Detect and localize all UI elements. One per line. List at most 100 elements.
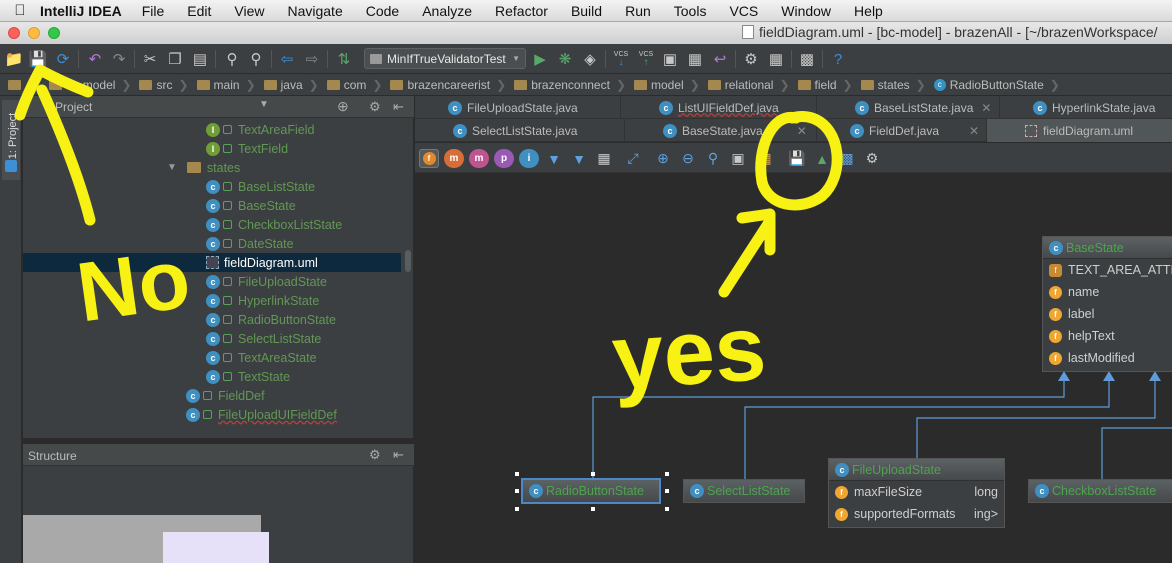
close-tab-icon[interactable]: ✕	[797, 124, 807, 138]
project-panel-title[interactable]: Project	[55, 100, 92, 114]
tree-item[interactable]: c SelectListState	[206, 329, 321, 348]
menu-code[interactable]: Code	[366, 3, 399, 19]
show-methods-toggle[interactable]: m	[469, 149, 489, 168]
menu-app-name[interactable]: IntelliJ IDEA	[40, 3, 122, 19]
fit-page-icon[interactable]: ▣	[728, 149, 748, 168]
menu-navigate[interactable]: Navigate	[287, 3, 342, 19]
menu-help[interactable]: Help	[854, 3, 883, 19]
menu-run[interactable]: Run	[625, 3, 651, 19]
vcs-compare-icon[interactable]: ▣	[660, 49, 680, 69]
editor-tab[interactable]: c BaseState.java ✕	[625, 119, 817, 142]
terminal-icon[interactable]: ▩	[797, 49, 817, 69]
show-inner-classes-toggle[interactable]: i	[519, 149, 539, 168]
breadcrumb-item[interactable]: states ❯	[860, 78, 926, 92]
forward-icon[interactable]: ⇨	[302, 49, 322, 69]
minimize-window-button[interactable]	[28, 27, 40, 39]
editor-tab[interactable]: c BaseListState.java ✕	[817, 96, 1000, 119]
layout-icon[interactable]: ▦	[594, 149, 614, 168]
filter-icon[interactable]: ▼	[544, 149, 564, 168]
close-tab-icon[interactable]: ✕	[981, 101, 991, 115]
vcs-revert-icon[interactable]: ↩	[710, 49, 730, 69]
menu-analyze[interactable]: Analyze	[422, 3, 472, 19]
fit-content-icon[interactable]: ⤢	[623, 149, 643, 168]
gear-icon[interactable]: ⚙	[369, 447, 381, 463]
tree-item[interactable]: c FileUploadState	[206, 272, 327, 291]
open-folder-icon[interactable]: 📁	[4, 49, 24, 69]
selection-handle[interactable]	[515, 489, 519, 493]
undo-icon[interactable]: ↶	[85, 49, 105, 69]
selection-handle[interactable]	[591, 507, 595, 511]
selection-handle[interactable]	[591, 472, 595, 476]
apply-layout-icon[interactable]: ▦	[755, 149, 775, 168]
hide-panel-icon[interactable]: ⇤	[393, 99, 404, 115]
breadcrumb-item[interactable]: c RadioButtonState ❯	[933, 78, 1060, 92]
editor-tab-active[interactable]: fieldDiagram.uml	[987, 119, 1172, 142]
tree-item[interactable]: c TextState	[206, 367, 290, 386]
vcs-history-icon[interactable]: ▦	[685, 49, 705, 69]
tree-item[interactable]: c HyperlinkState	[206, 291, 319, 310]
cut-icon[interactable]: ✂	[140, 49, 160, 69]
show-fields-toggle[interactable]: f	[419, 149, 439, 168]
structure-panel-title[interactable]: Structure	[28, 449, 77, 463]
scroll-from-source-icon[interactable]: ⊕	[337, 98, 349, 115]
breadcrumb-item[interactable]: relational ❯	[707, 78, 790, 92]
selection-handle[interactable]	[665, 489, 669, 493]
menu-refactor[interactable]: Refactor	[495, 3, 548, 19]
project-structure-icon[interactable]: ▦	[766, 49, 786, 69]
menu-window[interactable]: Window	[781, 3, 831, 19]
close-window-button[interactable]	[8, 27, 20, 39]
paste-icon[interactable]: ▤	[190, 49, 210, 69]
coverage-icon[interactable]: ◈	[580, 49, 600, 69]
find-icon[interactable]: ⚲	[222, 49, 242, 69]
menu-file[interactable]: File	[142, 3, 165, 19]
export-icon[interactable]: ▲	[812, 149, 832, 168]
settings-icon[interactable]: ⚙	[741, 49, 761, 69]
tree-item[interactable]: c BaseListState	[206, 177, 315, 196]
tree-item[interactable]: I TextAreaField	[206, 120, 314, 139]
uml-class-selectliststate[interactable]: c SelectListState	[683, 479, 805, 503]
actual-size-icon[interactable]: ⚲	[703, 149, 723, 168]
breadcrumb-item[interactable]: java ❯	[263, 78, 319, 92]
editor-tab[interactable]: c FieldDef.java ✕	[817, 119, 987, 142]
menu-edit[interactable]: Edit	[187, 3, 211, 19]
breadcrumb-item[interactable]: brazencareerist ❯	[390, 78, 506, 92]
breadcrumb-item[interactable]: main ❯	[196, 78, 256, 92]
editor-tab[interactable]: c ListUIFieldDef.java	[621, 96, 817, 119]
run-configuration-select[interactable]: MinIfTrueValidatorTest ▼	[364, 48, 526, 69]
breadcrumb-item[interactable]: field ❯	[797, 78, 853, 92]
uml-class-fileuploadstate[interactable]: c FileUploadState f maxFileSize long f suppo…	[828, 458, 1005, 528]
editor-tab[interactable]: c SelectListState.java	[415, 119, 625, 142]
make-project-icon[interactable]: ⇅	[334, 49, 354, 69]
vcs-update-icon[interactable]: VCS ↓	[611, 49, 631, 69]
tree-item[interactable]: I TextField	[206, 139, 288, 158]
show-constructors-toggle[interactable]: m	[444, 149, 464, 168]
debug-icon[interactable]: ❋	[555, 49, 575, 69]
tree-item[interactable]: c BaseState	[206, 196, 296, 215]
selection-handle[interactable]	[515, 472, 519, 476]
tree-vertical-scrollbar[interactable]	[405, 250, 411, 272]
selection-handle[interactable]	[665, 507, 669, 511]
show-properties-toggle[interactable]: p	[494, 149, 514, 168]
save-diagram-icon[interactable]: 💾	[787, 149, 807, 168]
uml-diagram-canvas[interactable]: c BaseState f TEXT_AREA_ATTR f name f label …	[415, 173, 1172, 563]
run-icon[interactable]: ▶	[530, 49, 550, 69]
settings-icon[interactable]: ⚙	[862, 149, 882, 168]
breadcrumb-item[interactable]: bc-model ❯	[49, 78, 131, 92]
zoom-in-icon[interactable]: ⊕	[653, 149, 673, 168]
redo-icon[interactable]: ↷	[109, 49, 129, 69]
editor-tab[interactable]: c HyperlinkState.java	[1000, 96, 1172, 119]
menu-vcs[interactable]: VCS	[729, 3, 758, 19]
structure-preview-viewport[interactable]	[163, 532, 269, 563]
close-tab-icon[interactable]: ✕	[969, 124, 979, 138]
hide-panel-icon[interactable]: ⇤	[393, 447, 404, 463]
synchronize-icon[interactable]: ⟳	[53, 49, 73, 69]
breadcrumb-item[interactable]: com ❯	[326, 78, 382, 92]
tree-item-selected[interactable]: fieldDiagram.uml	[23, 253, 401, 272]
save-all-icon[interactable]: 💾	[28, 49, 48, 69]
tree-item[interactable]: c CheckboxListState	[206, 215, 342, 234]
zoom-out-icon[interactable]: ⊖	[678, 149, 698, 168]
chevron-down-icon[interactable]: ▼	[259, 99, 269, 110]
tree-item[interactable]: c FileUploadUIFieldDef	[186, 405, 337, 424]
back-icon[interactable]: ⇦	[277, 49, 297, 69]
breadcrumb-item[interactable]: brazenconnect ❯	[514, 78, 626, 92]
